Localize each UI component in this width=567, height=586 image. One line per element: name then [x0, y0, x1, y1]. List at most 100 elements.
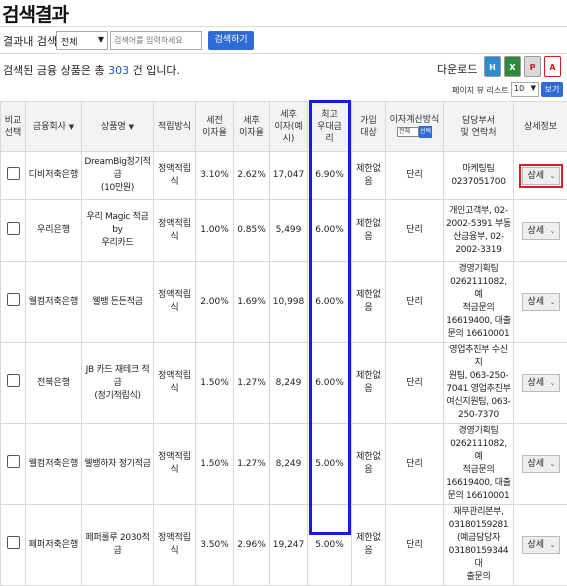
result-suffix: 건 입니다.	[133, 64, 180, 77]
cell-target: 제한없음	[352, 152, 386, 200]
cell-product: 페퍼룰루 2030적금	[82, 505, 154, 586]
product-text[interactable]: DreamBig정기적금 (10만원)	[84, 157, 150, 193]
method-text: 정액적립식	[158, 452, 191, 475]
compare-checkbox[interactable]	[7, 167, 20, 180]
method-text: 정액적립식	[158, 164, 191, 187]
cell-interest: 8,249	[270, 424, 308, 505]
cell-posttax: 1.27%	[234, 424, 270, 505]
cell-detail: 상세⌄	[514, 200, 567, 262]
pdf-icon[interactable]: A	[544, 56, 561, 77]
compare-checkbox[interactable]	[7, 455, 20, 468]
detail-button[interactable]: 상세 ⌄	[522, 293, 560, 311]
cell-target: 제한없음	[352, 505, 386, 586]
method-text: 정액적립식	[158, 219, 191, 242]
cell-target: 제한없음	[352, 343, 386, 424]
ppt-icon[interactable]: P	[524, 56, 541, 77]
col-target[interactable]: 가입 대상	[352, 102, 386, 152]
product-text[interactable]: 웰뱅하자 정기적금	[84, 459, 150, 469]
page-list-label: 페이지 뷰 리스트 :	[452, 85, 514, 96]
cell-target: 제한없음	[352, 200, 386, 262]
max-rate-text: 6.00%	[315, 297, 344, 307]
cell-pretax: 1.50%	[196, 343, 234, 424]
search-scope-select[interactable]: 전체 ▼	[56, 31, 108, 50]
compare-checkbox[interactable]	[7, 374, 20, 387]
cell-interest: 8,249	[270, 343, 308, 424]
search-scope-value: 전체	[61, 38, 78, 48]
cell-calc: 단리	[386, 424, 444, 505]
max-rate-text: 6.00%	[315, 378, 344, 388]
cell-max-rate: 6.00%	[308, 262, 352, 343]
posttax-text: 2.62%	[237, 170, 266, 180]
product-text[interactable]: 웰뱅 든든적금	[92, 297, 142, 307]
chevron-down-icon: ⌄	[550, 537, 556, 553]
max-rate-text: 6.00%	[315, 225, 344, 235]
cell-product: DreamBig정기적금 (10만원)	[82, 152, 154, 200]
cell-interest: 10,998	[270, 262, 308, 343]
detail-button[interactable]: 상세 ⌄	[522, 536, 560, 554]
cell-posttax: 1.27%	[234, 343, 270, 424]
search-input[interactable]	[110, 31, 202, 50]
detail-button-label: 상세	[528, 297, 545, 307]
cell-dept: 영업추진부 수신지 원팀, 063-250- 7041 영업추진부 여신지원팀,…	[444, 343, 514, 424]
col-max-rate[interactable]: 최고 우대금 리	[308, 102, 352, 152]
detail-button[interactable]: 상세⌄	[522, 455, 560, 473]
cell-max-rate: 6.90%	[308, 152, 352, 200]
download-label: 다운로드	[437, 61, 477, 77]
col-method: 적립방식	[154, 102, 196, 152]
detail-button[interactable]: 상세⌄	[522, 374, 560, 392]
calc-filter-button[interactable]: 선택	[419, 126, 432, 138]
excel-icon[interactable]: X	[504, 56, 521, 77]
col-posttax-interest[interactable]: 세후 이자(예 시)	[270, 102, 308, 152]
col-posttax[interactable]: 세후 이자율	[234, 102, 270, 152]
cell-company: 디비저축은행	[26, 152, 82, 200]
cell-method: 정액적립식	[154, 262, 196, 343]
cell-product: 웰뱅 든든적금	[82, 262, 154, 343]
cell-method: 정액적립식	[154, 152, 196, 200]
interest-text: 19,247	[273, 540, 305, 550]
pretax-text: 3.10%	[200, 170, 229, 180]
col-company[interactable]: 금융회사 ▼	[26, 102, 82, 152]
product-text[interactable]: JB 카드 재테크 적금 (정기적립식)	[86, 365, 150, 401]
col-detail: 상세정보	[514, 102, 567, 152]
page-size-select[interactable]: 10 ▼	[511, 82, 539, 97]
header-row: 비교 선택 금융회사 ▼ 상품명 ▼ 적립방식 세전 이자율 세후 이자율 세후…	[1, 102, 567, 152]
cell-detail: 상세⌄	[514, 152, 567, 200]
col-dept: 담당부서 및 연락처	[444, 102, 514, 152]
cell-compare	[1, 152, 26, 200]
compare-checkbox[interactable]	[7, 536, 20, 549]
col-pretax[interactable]: 세전 이자율	[196, 102, 234, 152]
target-text: 제한없음	[356, 371, 381, 394]
product-text[interactable]: 페퍼룰루 2030적금	[85, 533, 149, 556]
posttax-text: 2.96%	[237, 540, 266, 550]
cell-target: 제한없음	[352, 424, 386, 505]
chevron-down-icon: ⌄	[550, 294, 556, 310]
product-text[interactable]: 우리 Magic 적금 by 우리카드	[87, 212, 149, 248]
calc-filter-select[interactable]: 전체	[397, 127, 419, 137]
dept-text: 재무관리본부, 03180159281 (예금담당자 03180159344 대…	[449, 507, 509, 582]
pretax-text: 1.50%	[200, 459, 229, 469]
cell-product: 우리 Magic 적금 by 우리카드	[82, 200, 154, 262]
cell-method: 정액적립식	[154, 200, 196, 262]
hwp-icon[interactable]: H	[484, 56, 501, 77]
target-text: 제한없음	[356, 533, 381, 556]
sort-icon[interactable]: ▼	[69, 123, 74, 131]
table-row: 디비저축은행 DreamBig정기적금 (10만원) 정액적립식 3.10% 2.62%…	[1, 152, 567, 200]
detail-button[interactable]: 상세⌄	[522, 167, 560, 185]
calc-text: 단리	[406, 459, 423, 469]
interest-text: 5,499	[276, 225, 302, 235]
sort-icon[interactable]: ▼	[129, 123, 134, 131]
col-product[interactable]: 상품명 ▼	[82, 102, 154, 152]
posttax-text: 1.27%	[237, 459, 266, 469]
page-title: 검색결과	[2, 0, 68, 27]
compare-checkbox[interactable]	[7, 222, 20, 235]
download-icons: H X P A	[484, 56, 561, 77]
cell-detail: 상세 ⌄	[514, 262, 567, 343]
company-text: 디비저축은행	[29, 170, 79, 180]
view-button[interactable]: 보기	[541, 82, 563, 97]
calc-text: 단리	[406, 170, 423, 180]
search-button[interactable]: 검색하기	[208, 31, 254, 50]
cell-posttax: 0.85%	[234, 200, 270, 262]
compare-checkbox[interactable]	[7, 293, 20, 306]
detail-button[interactable]: 상세⌄	[522, 222, 560, 240]
detail-button-label: 상세	[528, 540, 545, 550]
